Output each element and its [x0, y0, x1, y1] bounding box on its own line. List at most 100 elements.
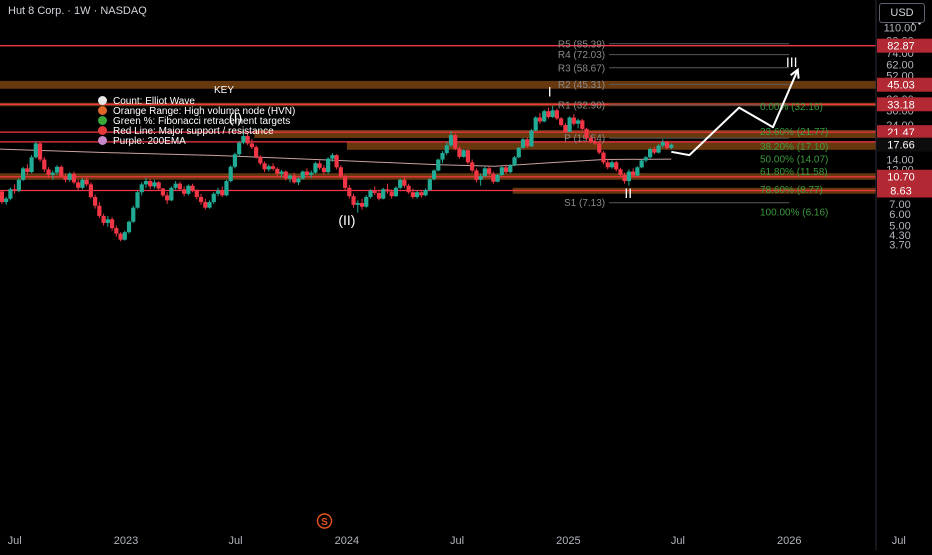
time-tick-label: Jul [892, 535, 906, 547]
candle-body [440, 153, 445, 160]
candle [550, 105, 555, 118]
chart-area[interactable]: R5 (85.39) R4 (72.03) R3 (58.67) R2 (45.31)… [0, 0, 932, 550]
candle-body [203, 202, 208, 208]
candle-body [71, 173, 77, 183]
candle-body [669, 144, 674, 148]
candle [16, 177, 21, 193]
wave-label: (II) [338, 212, 355, 228]
candle-body [580, 120, 585, 129]
candle [635, 166, 640, 177]
fib-label: 23.60% (21.77) [760, 127, 828, 138]
level-price-label: 10.70 [877, 169, 932, 184]
red-dot-icon [98, 126, 107, 135]
candle-body [16, 179, 21, 191]
candle-body [190, 185, 195, 191]
candle [461, 149, 466, 158]
price-label-text: 33.18 [887, 99, 915, 111]
candle-body [495, 174, 500, 182]
candle-body [292, 175, 297, 183]
candle-body [63, 176, 68, 180]
price-label-text: 45.03 [887, 80, 915, 92]
candle-body [639, 160, 644, 168]
event-letter: S [321, 517, 328, 528]
candle-body [584, 128, 589, 138]
candle-body [59, 166, 64, 177]
candle [537, 112, 543, 124]
candle-body [275, 168, 280, 174]
candle [76, 179, 81, 191]
candle-body [423, 189, 428, 196]
pivot-label: R1 (32.90) [558, 100, 605, 111]
candle [29, 155, 34, 174]
candle-body [474, 170, 479, 180]
level-price-label: 45.03 [877, 77, 932, 92]
candle [101, 213, 106, 226]
candle [313, 161, 318, 174]
fib-label: 50.00% (14.07) [760, 155, 828, 166]
candle [499, 166, 504, 177]
candle [508, 164, 513, 174]
candle-body [537, 117, 543, 122]
candle [135, 190, 140, 209]
candle [220, 186, 225, 197]
candle [533, 116, 538, 132]
candle [609, 160, 615, 169]
candle [415, 190, 420, 199]
candle [300, 170, 305, 180]
currency-selector[interactable]: USD [879, 3, 925, 23]
candle [436, 158, 441, 172]
candle-body [419, 192, 424, 196]
candle-body [198, 196, 204, 203]
orange-dot-icon [98, 106, 107, 115]
candle-body [12, 189, 17, 191]
candle [465, 149, 471, 165]
candle-body [258, 156, 263, 164]
price-chart[interactable]: R5 (85.39)R4 (72.03) R3 (58.67) R2 (45.31)… [0, 0, 932, 550]
candle-body [575, 120, 581, 124]
time-tick-label: Jul [450, 535, 464, 547]
candle-body [215, 190, 221, 194]
candle [8, 187, 13, 201]
candle-body [97, 205, 102, 216]
candle-body [525, 139, 530, 147]
candle-body [50, 172, 55, 175]
candle-body [431, 170, 437, 180]
candle-body [237, 142, 242, 155]
candle [93, 194, 98, 209]
candle [126, 220, 132, 234]
candle [529, 129, 534, 148]
last-price-label: 17.66 [877, 137, 932, 152]
candle [97, 202, 102, 219]
candle-body [181, 189, 187, 194]
candle-body [389, 191, 394, 197]
pivot-label: R5 (85.39) [558, 39, 605, 50]
candle-body [186, 185, 191, 194]
candle-body [300, 171, 305, 179]
candle-body [287, 175, 293, 179]
candle-body [614, 162, 619, 170]
candle-body [453, 135, 458, 149]
candle-body [262, 163, 267, 170]
candle [512, 155, 517, 167]
interval-label[interactable]: 1W [74, 5, 91, 17]
candle-body [194, 190, 199, 197]
candle-body [609, 162, 615, 168]
candle-body [648, 149, 653, 158]
fib-label: 78.60% (8.77) [760, 185, 823, 196]
candle-body [402, 179, 407, 186]
level-price-label: 33.18 [877, 97, 932, 112]
candle-body [8, 189, 13, 199]
candle-body [4, 198, 9, 203]
header-separator: · [64, 5, 75, 17]
candle-body [131, 207, 136, 222]
candle [626, 169, 632, 186]
candle-body [330, 155, 335, 159]
candle [105, 215, 110, 227]
symbol-name[interactable]: Hut 8 Corp. [8, 5, 64, 17]
candle-body [559, 118, 564, 126]
candle [614, 160, 619, 172]
candle-body [33, 143, 38, 158]
candle [440, 150, 445, 164]
candle [88, 182, 93, 199]
candle-body [478, 176, 483, 180]
